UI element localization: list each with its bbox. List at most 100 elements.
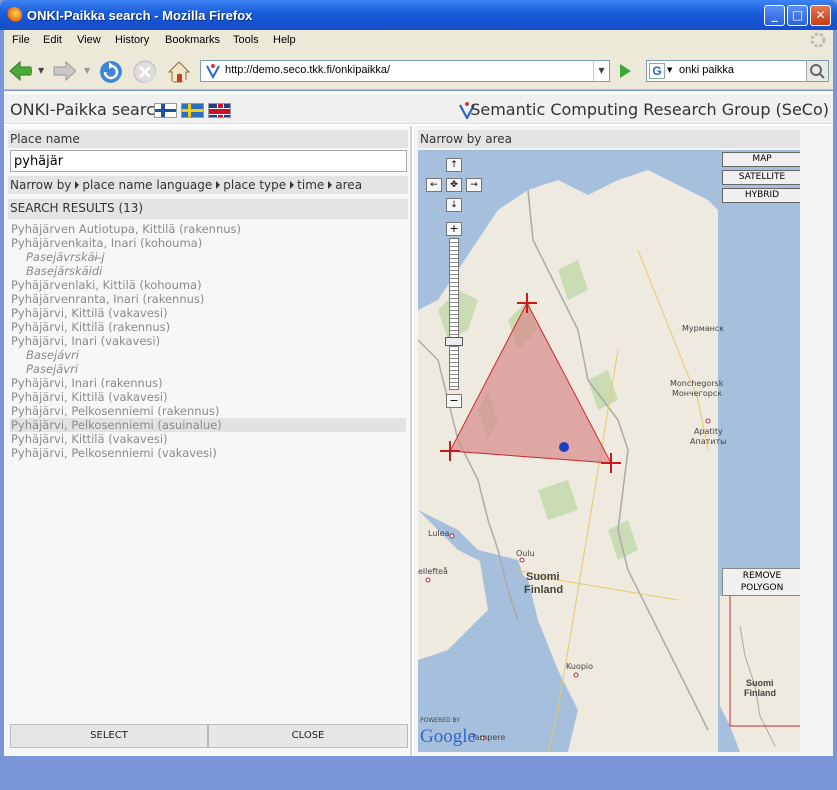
result-item[interactable]: Pyhäjärvi, Kittilä (vakavesi) — [10, 306, 406, 320]
menu-tools[interactable]: Tools — [233, 34, 259, 46]
zoom-in-button[interactable]: + — [446, 222, 462, 236]
result-item[interactable]: Pyhäjärvi, Kittilä (vakavesi) — [10, 432, 406, 446]
finnish-flag-icon[interactable] — [154, 103, 177, 118]
svg-text:Lulea: Lulea — [428, 529, 450, 538]
result-alt-name[interactable]: Pasejävri — [10, 362, 406, 376]
action-buttons: SELECT CLOSE — [10, 724, 408, 748]
swedish-flag-icon[interactable] — [181, 103, 204, 118]
menu-bookmarks[interactable]: Bookmarks — [165, 34, 220, 46]
back-dropdown-icon[interactable]: ▼ — [38, 66, 44, 75]
place-name-input[interactable] — [10, 150, 407, 172]
reload-icon[interactable] — [98, 59, 122, 83]
result-item[interactable]: Pyhäjärvenkaita, Inari (kohouma) — [10, 236, 406, 250]
result-alt-name[interactable]: Pasejävrskäi ̶j — [10, 250, 406, 264]
map-view[interactable]: Мурманск Monchegorsk Мончегорск Apatity … — [418, 150, 800, 752]
result-alt-name[interactable]: Basejávri — [10, 348, 406, 362]
pan-right-button[interactable]: → — [466, 178, 482, 192]
svg-text:Апатиты: Апатиты — [690, 437, 726, 446]
page-content: ONKI-Paikka search Semantic Computing Re… — [4, 91, 833, 756]
overview-map[interactable]: Suomi Finland — [720, 596, 800, 752]
search-box[interactable]: G ▼ onki paikka — [646, 60, 829, 82]
pan-up-button[interactable]: ↑ — [446, 158, 462, 172]
result-item[interactable]: Pyhäjärvi, Inari (rakennus) — [10, 376, 406, 390]
map-type-hybrid-button[interactable]: HYBRID — [722, 188, 800, 203]
result-item[interactable]: Pyhäjärvi, Pelkosenniemi (rakennus) — [10, 404, 406, 418]
select-button[interactable]: SELECT — [10, 724, 208, 748]
zoom-out-button[interactable]: − — [446, 394, 462, 408]
engine-dropdown-icon[interactable]: ▼ — [667, 66, 672, 74]
svg-text:POWERED BY: POWERED BY — [420, 717, 460, 724]
svg-text:Apatity: Apatity — [694, 427, 723, 436]
go-arrow-icon[interactable] — [616, 62, 634, 80]
url-text: http://demo.seco.tkk.fi/onkipaikka/ — [225, 64, 391, 76]
org-name: Semantic Computing Research Group (SeCo) — [470, 100, 829, 119]
svg-text:Suomi: Suomi — [746, 678, 774, 688]
narrow-area-link[interactable]: area — [335, 178, 362, 192]
narrow-area-label: Narrow by area — [418, 130, 800, 148]
close-window-button[interactable]: ✕ — [810, 5, 831, 26]
svg-text:Мурманск: Мурманск — [682, 324, 724, 333]
menu-history[interactable]: History — [115, 34, 149, 46]
menu-bar: File Edit View History Bookmarks Tools H… — [4, 30, 833, 52]
menu-edit[interactable]: Edit — [43, 34, 62, 46]
result-item[interactable]: Pyhäjärvi, Pelkosenniemi (asuinalue) — [10, 418, 406, 432]
menu-view[interactable]: View — [77, 34, 101, 46]
place-name-label: Place name — [8, 130, 408, 148]
narrow-type-link[interactable]: place type — [223, 178, 286, 192]
svg-text:Suomi: Suomi — [526, 571, 560, 583]
triangle-right-icon — [216, 181, 221, 189]
close-button[interactable]: CLOSE — [208, 724, 408, 748]
results-list: Pyhäjärven Autiotupa, Kittilä (rakennus)… — [10, 222, 406, 460]
remove-polygon-button[interactable]: REMOVE POLYGON — [722, 568, 800, 596]
search-text: onki paikka — [679, 64, 735, 76]
result-item[interactable]: Pyhäjärvenranta, Inari (rakennus) — [10, 292, 406, 306]
result-alt-name[interactable]: Basejärskäidi — [10, 264, 406, 278]
svg-text:Monchegorsk: Monchegorsk — [670, 379, 724, 388]
zoom-slider[interactable] — [449, 238, 459, 390]
narrow-language-link[interactable]: place name language — [82, 178, 212, 192]
search-go-button[interactable] — [806, 61, 828, 81]
narrow-by-bar: Narrow by place name language place type ti… — [8, 176, 408, 194]
home-icon[interactable] — [166, 59, 190, 83]
menu-help[interactable]: Help — [273, 34, 296, 46]
forward-arrow-icon[interactable] — [52, 59, 76, 83]
forward-dropdown-icon[interactable]: ▼ — [84, 66, 90, 75]
svg-text:Finland: Finland — [744, 688, 776, 698]
svg-text:Мончегорск: Мончегорск — [672, 389, 722, 398]
svg-text:Finland: Finland — [524, 584, 563, 596]
minimize-button[interactable]: _ — [764, 5, 785, 26]
result-item[interactable]: Pyhäjärvi, Kittilä (rakennus) — [10, 320, 406, 334]
english-flag-icon[interactable] — [208, 103, 231, 118]
triangle-right-icon — [75, 181, 80, 189]
svg-text:Oulu: Oulu — [516, 549, 535, 558]
triangle-right-icon — [328, 181, 333, 189]
pan-down-button[interactable]: ↓ — [446, 198, 462, 212]
zoom-slider-handle[interactable] — [445, 337, 463, 346]
svg-text:ellefteå: ellefteå — [418, 566, 448, 576]
throbber-icon — [810, 32, 826, 48]
app-title: ONKI-Paikka search — [10, 100, 166, 119]
url-bar[interactable]: http://demo.seco.tkk.fi/onkipaikka/ ▼ — [200, 60, 610, 82]
result-item[interactable]: Pyhäjärvi, Inari (vakavesi) — [10, 334, 406, 348]
result-item[interactable]: Pyhäjärvi, Kittilä (vakavesi) — [10, 390, 406, 404]
map-type-map-button[interactable]: MAP — [722, 152, 800, 167]
svg-text:Google: Google — [420, 726, 476, 747]
maximize-button[interactable]: □ — [787, 5, 808, 26]
result-item[interactable]: Pyhäjärvi, Pelkosenniemi (vakavesi) — [10, 446, 406, 460]
firefox-icon — [6, 7, 22, 23]
url-dropdown-icon[interactable]: ▼ — [593, 61, 609, 81]
search-panel: Place name Narrow by place name language p… — [4, 126, 412, 756]
triangle-right-icon — [290, 181, 295, 189]
result-item[interactable]: Pyhäjärven Autiotupa, Kittilä (rakennus) — [10, 222, 406, 236]
pan-left-button[interactable]: ← — [426, 178, 442, 192]
map-type-satellite-button[interactable]: SATELLITE — [722, 170, 800, 185]
menu-file[interactable]: File — [12, 34, 30, 46]
narrow-time-link[interactable]: time — [297, 178, 324, 192]
location-marker-icon — [559, 442, 569, 452]
pan-center-button[interactable]: ✥ — [446, 178, 462, 192]
app-header: ONKI-Paikka search Semantic Computing Re… — [4, 94, 833, 124]
stop-icon[interactable] — [132, 59, 156, 83]
google-engine-icon[interactable]: G — [649, 63, 665, 79]
back-arrow-icon[interactable] — [8, 59, 32, 83]
result-item[interactable]: Pyhäjärvenlaki, Kittilä (kohouma) — [10, 278, 406, 292]
